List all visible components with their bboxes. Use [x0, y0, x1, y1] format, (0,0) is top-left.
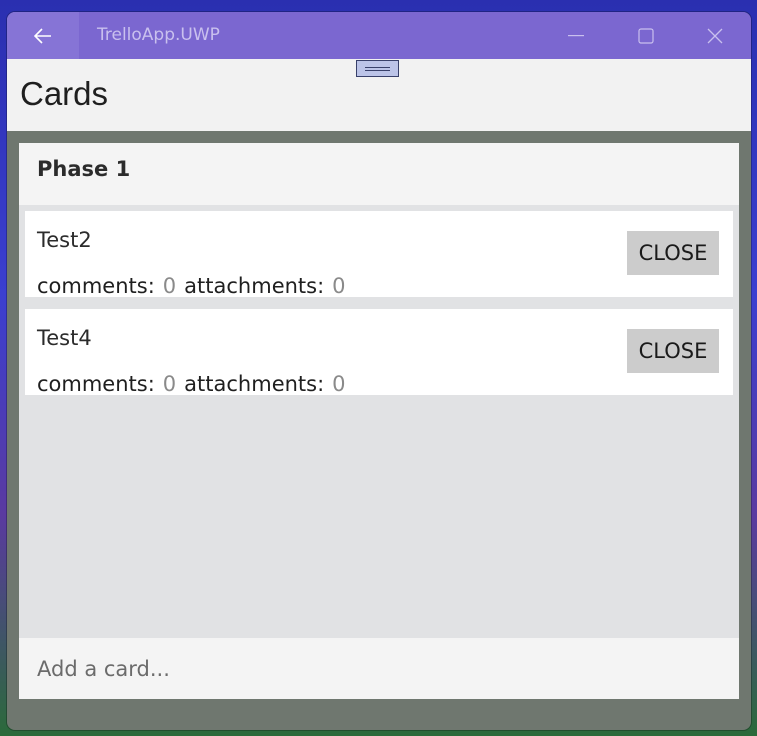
back-arrow-icon — [34, 27, 51, 44]
list-title: Phase 1 — [37, 157, 131, 181]
comments-label: comments: — [37, 274, 155, 298]
page-header: Cards — [7, 59, 751, 131]
title-bar[interactable]: TrelloApp.UWP — [7, 12, 751, 59]
back-button[interactable] — [7, 12, 79, 59]
card[interactable]: Test4 comments: 0 attachments: 0 CLOSE — [25, 309, 733, 396]
close-card-button[interactable]: CLOSE — [627, 329, 719, 373]
card-list: Phase 1 Test2 comments: 0 attachments: 0 CL… — [19, 143, 739, 699]
attachments-label: attachments: — [184, 274, 325, 298]
minimize-icon — [568, 34, 584, 36]
app-title: TrelloApp.UWP — [97, 25, 220, 45]
drag-handle[interactable] — [356, 60, 399, 77]
maximize-icon — [638, 27, 654, 44]
add-card-input[interactable] — [19, 638, 739, 699]
close-icon — [707, 28, 723, 43]
close-card-button[interactable]: CLOSE — [627, 231, 719, 275]
attachments-count: 0 — [332, 372, 346, 396]
close-window-button[interactable] — [681, 12, 749, 59]
attachments-count: 0 — [332, 274, 346, 298]
minimize-button[interactable] — [542, 12, 610, 59]
app-window: TrelloApp.UWP Cards Phase 1 Test2 commen… — [7, 12, 751, 730]
card[interactable]: Test2 comments: 0 attachments: 0 CLOSE — [25, 211, 733, 298]
card-title: Test2 — [37, 228, 92, 252]
comments-label: comments: — [37, 372, 155, 396]
list-header: Phase 1 — [19, 143, 739, 205]
comments-count: 0 — [162, 372, 177, 396]
comments-count: 0 — [162, 274, 177, 298]
attachments-label: attachments: — [184, 372, 325, 396]
maximize-button[interactable] — [612, 12, 680, 59]
card-meta: comments: 0 attachments: 0 — [37, 274, 354, 298]
card-meta: comments: 0 attachments: 0 — [37, 372, 354, 396]
card-title: Test4 — [37, 326, 92, 350]
page-title: Cards — [20, 75, 109, 112]
